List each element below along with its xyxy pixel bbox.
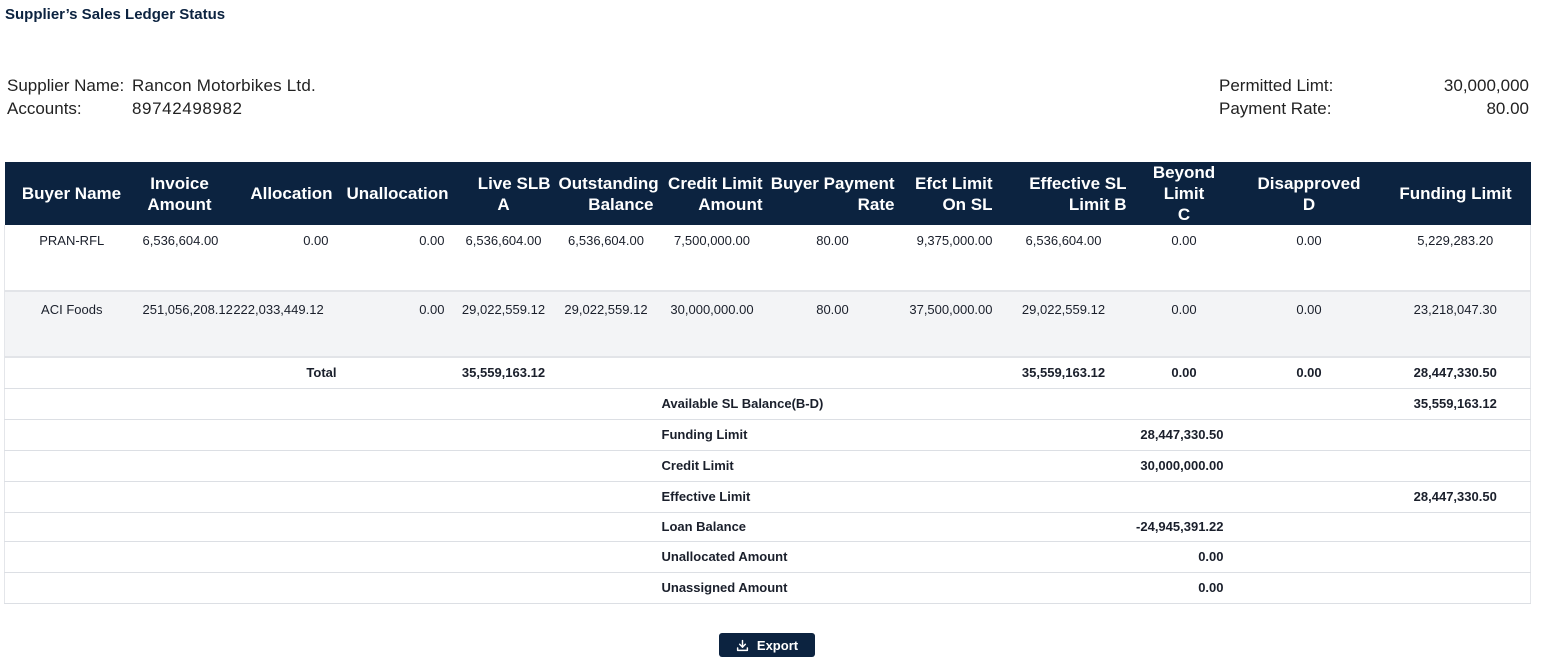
col-header-live-slb: Live SLB A — [477, 173, 551, 214]
cell-live-slb: 6,536,604.00 — [465, 233, 542, 248]
unassigned-amount-row: Unassigned Amount 0.00 — [4, 571, 1531, 604]
supplier-info: Supplier Name: Rancon Motorbikes Ltd. Ac… — [7, 74, 316, 120]
permitted-limit-value: 30,000,000 — [1443, 75, 1529, 95]
effective-limit-row: Effective Limit 28,447,330.50 — [4, 480, 1531, 512]
table-row: PRAN-RFL 6,536,604.00 0.00 0.00 6,536,60… — [4, 225, 1531, 291]
cell-buyer-payment-rate: 80.00 — [816, 233, 849, 248]
limit-info: Permitted Limt: 30,000,000 Payment Rate:… — [1219, 74, 1529, 120]
cell-efct-limit: 37,500,000.00 — [898, 291, 997, 357]
export-label: Export — [756, 637, 799, 653]
cell-allocation: 222,033,449.12 — [220, 291, 337, 357]
col-header-invoice-amount: Invoice Amount — [147, 173, 212, 214]
cell-beyond-limit: 0.00 — [1130, 291, 1238, 357]
cell-beyond-limit: 0.00 — [1171, 233, 1197, 248]
credit-limit-label: Credit Limit — [657, 449, 997, 481]
total-disapproved: 0.00 — [1237, 356, 1381, 388]
cell-disapproved: 0.00 — [1296, 233, 1322, 248]
cell-allocation: 0.00 — [303, 233, 329, 248]
loan-balance-row: Loan Balance -24,945,391.22 — [4, 511, 1531, 541]
sales-ledger-table: Buyer Name Invoice Amount Allocation Unal… — [4, 162, 1531, 604]
cell-credit-limit: 30,000,000.00 — [657, 291, 767, 357]
funding-limit-label: Funding Limit — [657, 418, 997, 450]
supplier-name-value: Rancon Motorbikes Ltd. — [132, 75, 316, 95]
unassigned-amount-label: Unassigned Amount — [657, 571, 997, 604]
cell-funding-limit: 5,229,283.20 — [1417, 233, 1494, 248]
cell-invoice-amount: 251,056,208.12 — [138, 291, 233, 357]
download-icon — [736, 639, 749, 651]
cell-outstanding-balance: 6,536,604.00 — [568, 233, 644, 248]
cell-funding-limit: 23,218,047.30 — [1380, 291, 1531, 357]
col-header-disapproved-d: Disapproved D — [1257, 173, 1361, 214]
credit-limit-row: Credit Limit 30,000,000.00 — [4, 449, 1531, 481]
col-header-outstanding-balance: Outstanding Balance — [558, 173, 659, 214]
permitted-limit-row: Permitted Limt: 30,000,000 — [1219, 74, 1529, 97]
total-funding-limit: 28,447,330.50 — [1380, 356, 1531, 388]
loan-balance-value: -24,945,391.22 — [996, 511, 1238, 541]
cell-efct-limit: 9,375,000.00 — [916, 233, 993, 248]
payment-rate-label: Payment Rate: — [1219, 98, 1332, 118]
permitted-limit-label: Permitted Limt: — [1219, 75, 1334, 95]
cell-buyer-payment-rate: 80.00 — [766, 291, 899, 357]
col-header-efct-limit-on-sl: Efct Limit On SL — [915, 173, 993, 214]
col-header-buyer-name: Buyer Name — [21, 184, 122, 203]
credit-limit-value: 30,000,000.00 — [996, 449, 1238, 481]
total-row: Total 35,559,163.12 35,559,163.12 0.00 0… — [4, 356, 1531, 388]
cell-disapproved: 0.00 — [1237, 291, 1381, 357]
unassigned-amount-value: 0.00 — [996, 571, 1238, 604]
funding-limit-row: Funding Limit 28,447,330.50 — [4, 418, 1531, 450]
supplier-name-label: Supplier Name: — [7, 75, 125, 95]
col-header-funding-limit: Funding Limit — [1399, 184, 1512, 203]
accounts-row: Accounts: 89742498982 — [7, 97, 316, 120]
total-effective-sl: 35,559,163.12 — [996, 356, 1131, 388]
accounts-label: Accounts: — [7, 98, 82, 118]
available-sl-balance-label: Available SL Balance(B-D) — [657, 387, 997, 419]
unallocated-amount-row: Unallocated Amount 0.00 — [4, 540, 1531, 572]
export-button[interactable]: Export — [719, 633, 815, 657]
cell-unallocation: 0.00 — [336, 291, 453, 357]
accounts-value: 89742498982 — [132, 98, 243, 118]
effective-limit-label: Effective Limit — [657, 480, 997, 512]
col-header-effective-sl-limit-b: Effective SL Limit B — [1029, 173, 1127, 214]
table-header-row: Buyer Name Invoice Amount Allocation Unal… — [4, 162, 1531, 225]
cell-effective-sl: 29,022,559.12 — [996, 291, 1131, 357]
cell-live-slb: 29,022,559.12 — [452, 291, 555, 357]
effective-limit-value: 28,447,330.50 — [1380, 480, 1531, 512]
total-label: Total — [220, 356, 337, 388]
cell-credit-limit: 7,500,000.00 — [674, 233, 750, 248]
supplier-name-row: Supplier Name: Rancon Motorbikes Ltd. — [7, 74, 316, 97]
cell-invoice-amount: 6,536,604.00 — [142, 233, 219, 248]
cell-unallocation: 0.00 — [419, 233, 445, 248]
col-header-credit-limit-amount: Credit Limit Amount — [668, 173, 763, 214]
col-header-buyer-payment-rate: Buyer Payment Rate — [770, 173, 895, 214]
available-sl-balance-value: 35,559,163.12 — [1380, 387, 1531, 419]
cell-buyer-name: PRAN-RFL — [39, 233, 105, 248]
col-header-beyond-limit-c: Beyond Limit C — [1152, 163, 1216, 224]
available-sl-balance-row: Available SL Balance(B-D) 35,559,163.12 — [4, 387, 1531, 419]
total-live-slb: 35,559,163.12 — [452, 356, 555, 388]
col-header-unallocation: Unallocation — [346, 184, 449, 203]
funding-limit-value: 28,447,330.50 — [996, 418, 1238, 450]
total-beyond-limit: 0.00 — [1130, 356, 1238, 388]
payment-rate-row: Payment Rate: 80.00 — [1219, 97, 1529, 120]
cell-effective-sl: 6,536,604.00 — [1025, 233, 1102, 248]
unallocated-amount-value: 0.00 — [996, 540, 1238, 572]
page-title: Supplier’s Sales Ledger Status — [5, 6, 226, 23]
col-header-allocation: Allocation — [250, 184, 333, 203]
unallocated-amount-label: Unallocated Amount — [657, 540, 997, 572]
payment-rate-value: 80.00 — [1486, 98, 1529, 118]
cell-buyer-name: ACI Foods — [4, 291, 139, 357]
table-row: ACI Foods 251,056,208.12 222,033,449.12 … — [4, 291, 1531, 357]
loan-balance-label: Loan Balance — [657, 511, 997, 541]
cell-outstanding-balance: 29,022,559.12 — [554, 291, 658, 357]
